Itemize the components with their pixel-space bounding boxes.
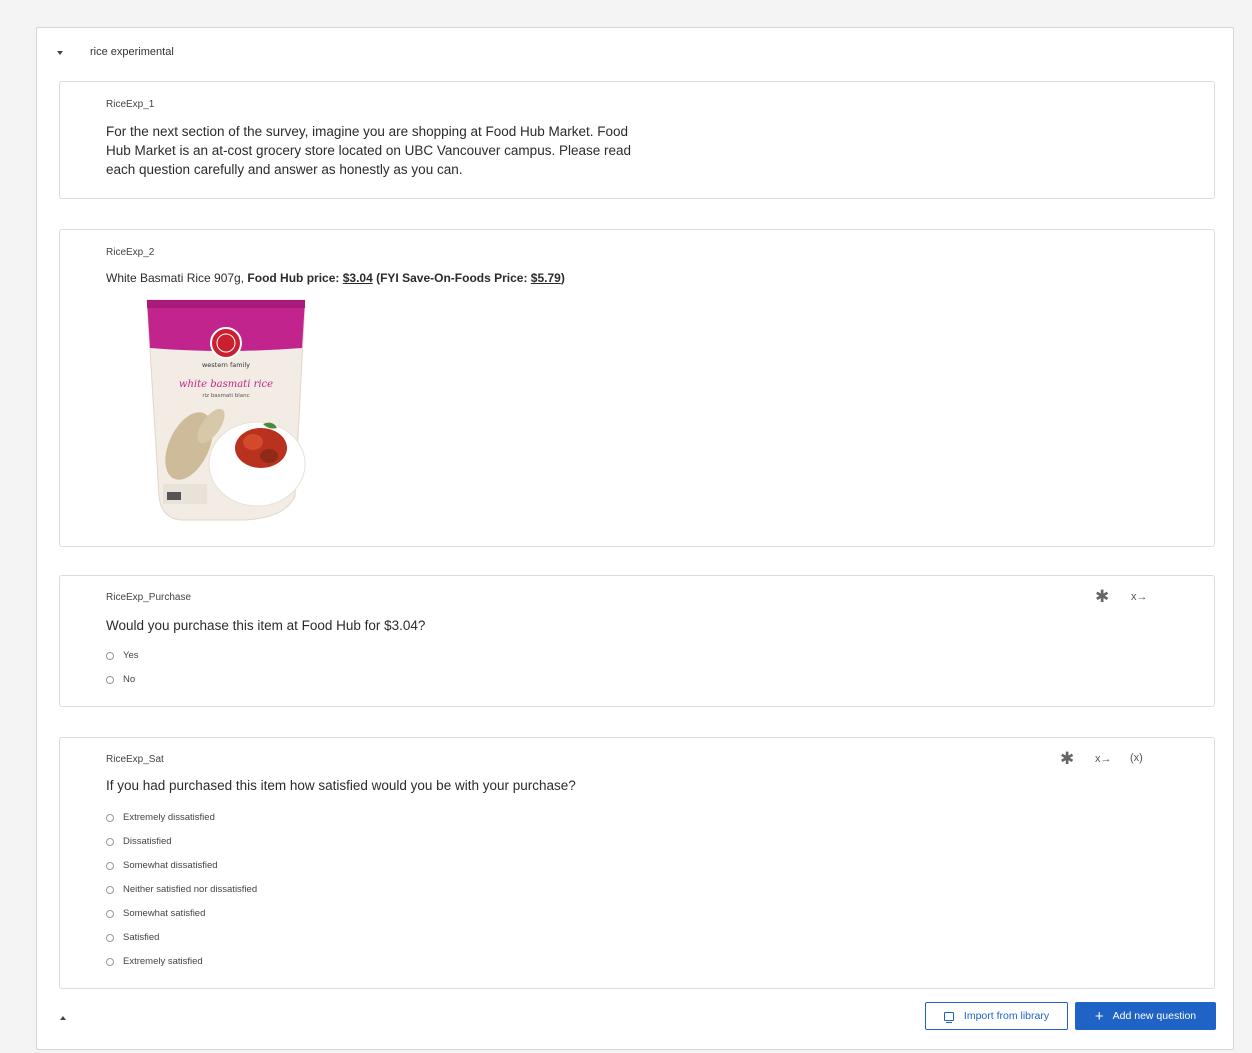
choice-extremely-satisfied[interactable]: Extremely satisfied	[106, 956, 203, 967]
block-header[interactable]: rice experimental	[57, 46, 174, 58]
choice-label: Extremely dissatisfied	[123, 812, 215, 823]
question-id: RiceExp_2	[106, 247, 155, 258]
choice-label: Satisfied	[123, 932, 160, 943]
piped-text-icon[interactable]: (x)	[1130, 752, 1143, 764]
question-card-riceexp-1[interactable]: RiceExp_1 For the next section of the su…	[59, 81, 1215, 199]
radio-button[interactable]	[106, 813, 114, 822]
choice-somewhat-satisfied[interactable]: Somewhat satisfied	[106, 908, 205, 919]
package-brand: western family	[202, 361, 250, 369]
plus-icon: +	[1094, 1007, 1104, 1025]
radio-button[interactable]	[106, 861, 114, 870]
x-arrow-icon[interactable]: x→	[1131, 591, 1148, 603]
rice-package-image: western family white basmati rice riz ba…	[146, 299, 306, 521]
question-id: RiceExp_Sat	[106, 754, 164, 765]
choice-label: Dissatisfied	[123, 836, 172, 847]
question-text: Would you purchase this item at Food Hub…	[106, 618, 426, 633]
radio-button[interactable]	[106, 885, 114, 894]
radio-button[interactable]	[106, 933, 114, 942]
choice-satisfied[interactable]: Satisfied	[106, 932, 159, 943]
price-label: Food Hub price:	[247, 271, 343, 285]
question-id: RiceExp_1	[106, 99, 155, 110]
choice-label: Yes	[123, 650, 139, 661]
comparison-label: (FYI Save-On-Foods Price:	[372, 271, 531, 285]
radio-button[interactable]	[106, 957, 114, 966]
question-id: RiceExp_Purchase	[106, 592, 192, 603]
collapse-up-icon[interactable]	[60, 1016, 66, 1020]
question-text-line: Hub Market is an at-cost grocery store l…	[106, 143, 631, 158]
import-label: Import from library	[963, 1010, 1050, 1022]
choice-no[interactable]: No	[106, 674, 135, 685]
choice-label: Neither satisfied nor dissatisfied	[123, 884, 258, 895]
choice-yes[interactable]: Yes	[106, 650, 139, 661]
choice-label: No	[123, 674, 136, 685]
food-hub-price: $3.04	[342, 271, 373, 285]
choice-neither[interactable]: Neither satisfied nor dissatisfied	[106, 884, 257, 895]
choice-dissatisfied[interactable]: Dissatisfied	[106, 836, 172, 847]
star-icon[interactable]: ✱	[1060, 749, 1074, 769]
question-card-riceexp-sat[interactable]: RiceExp_Sat ✱ x→ (x) If you had purchase…	[59, 737, 1215, 989]
choice-label: Somewhat dissatisfied	[123, 860, 218, 871]
add-new-question-button[interactable]: + Add new question	[1075, 1002, 1216, 1030]
import-from-library-button[interactable]: Import from library	[925, 1002, 1068, 1030]
question-text-line: each question carefully and answer as ho…	[106, 162, 463, 177]
choice-extremely-dissatisfied[interactable]: Extremely dissatisfied	[106, 812, 215, 823]
question-card-riceexp-purchase[interactable]: RiceExp_Purchase ✱ x→ Would you purchase…	[59, 575, 1215, 707]
question-text-line: For the next section of the survey, imag…	[106, 124, 629, 139]
question-text: White Basmati Rice 907g, Food Hub price:…	[106, 271, 565, 285]
collapse-caret-icon[interactable]	[57, 51, 63, 55]
library-icon	[943, 1011, 954, 1023]
package-product: white basmati rice	[179, 379, 273, 390]
closing-paren: )	[560, 271, 565, 285]
x-arrow-icon[interactable]: x→	[1095, 753, 1112, 765]
radio-button[interactable]	[106, 675, 114, 684]
survey-block: rice experimental RiceExp_1 For the next…	[36, 27, 1234, 1050]
question-card-riceexp-2[interactable]: RiceExp_2 White Basmati Rice 907g, Food …	[59, 229, 1215, 547]
product-name: White Basmati Rice 907g,	[106, 271, 248, 285]
package-subtitle: riz basmati blanc	[202, 393, 249, 399]
choice-somewhat-dissatisfied[interactable]: Somewhat dissatisfied	[106, 860, 218, 871]
star-icon[interactable]: ✱	[1095, 587, 1109, 607]
question-text: If you had purchased this item how satis…	[106, 778, 576, 793]
radio-button[interactable]	[106, 837, 114, 846]
choice-label: Extremely satisfied	[123, 956, 203, 967]
radio-button[interactable]	[106, 909, 114, 918]
block-title[interactable]: rice experimental	[90, 46, 174, 58]
add-label: Add new question	[1112, 1010, 1197, 1022]
choice-label: Somewhat satisfied	[123, 908, 206, 919]
save-on-foods-price: $5.79	[530, 271, 561, 285]
question-text: For the next section of the survey, imag…	[106, 122, 631, 179]
radio-button[interactable]	[106, 651, 114, 660]
